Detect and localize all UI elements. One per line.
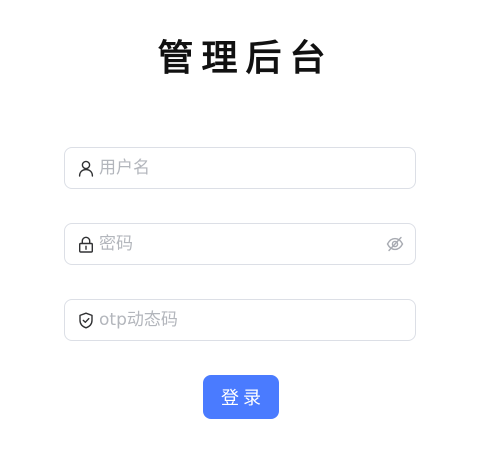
username-input[interactable] [99,149,415,187]
otp-input[interactable] [99,301,415,339]
password-field[interactable] [64,223,416,265]
eye-off-icon[interactable] [385,234,405,254]
shield-check-icon [77,311,95,329]
page-title: 管理后台 [157,38,334,79]
username-field[interactable] [64,147,416,189]
password-input[interactable] [99,225,385,263]
user-icon [77,159,95,177]
login-button[interactable]: 登录 [203,375,279,419]
otp-field[interactable] [64,299,416,341]
lock-icon [77,235,95,253]
